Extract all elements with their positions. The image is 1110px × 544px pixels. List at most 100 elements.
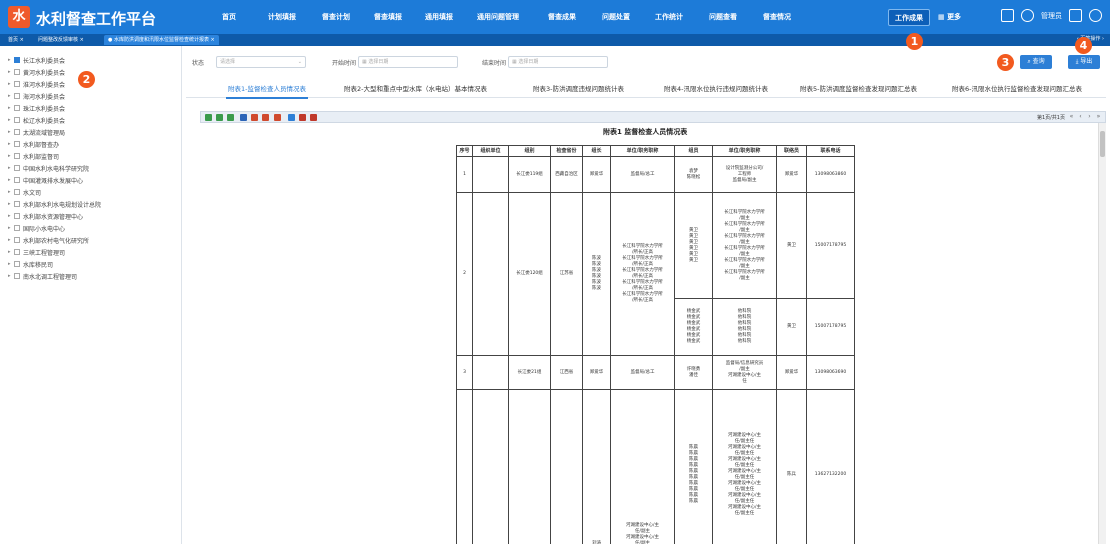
pdf-page-icon[interactable]	[262, 114, 269, 121]
tree-checkbox[interactable]	[14, 93, 20, 99]
tree-item[interactable]: ▸ 长江水利委员会	[8, 55, 65, 65]
tree-item[interactable]: ▸ 南水北调工程管理司	[8, 271, 77, 281]
power-icon[interactable]	[1089, 9, 1102, 22]
tree-checkbox[interactable]	[14, 165, 20, 171]
nav-inspection-results[interactable]: 督查成果	[548, 12, 576, 24]
print-preview-icon[interactable]	[299, 114, 306, 121]
cell-liaison: 郑爱华	[776, 355, 807, 390]
user-name[interactable]: 管理员	[1041, 11, 1062, 21]
tree-checkbox[interactable]	[14, 249, 20, 255]
tree-checkbox[interactable]	[14, 81, 20, 87]
tree-checkbox[interactable]	[14, 273, 20, 279]
start-date-input[interactable]: ▦ 选择日期	[358, 56, 458, 68]
nav-home[interactable]: 首页	[222, 12, 236, 24]
tree-item[interactable]: ▸ 水利部督查办	[8, 139, 59, 149]
scroll-thumb[interactable]	[1100, 131, 1105, 157]
nav-general-fill[interactable]: 通用填报	[425, 12, 453, 24]
tree-item[interactable]: ▸ 太湖流域管理局	[8, 127, 65, 137]
tree-checkbox[interactable]	[14, 69, 20, 75]
cell-liaison: 陈兵	[776, 389, 807, 544]
settings-icon[interactable]	[1069, 9, 1082, 22]
nav-plan-report[interactable]: 计划填报	[268, 12, 296, 24]
col-header: 单位/职务职称	[610, 145, 675, 157]
col-header: 检查省份	[550, 145, 583, 157]
tree-item[interactable]: ▸ 水利部水资源管理中心	[8, 211, 83, 221]
nav-general-issue-mgmt[interactable]: 通用问题管理	[477, 12, 519, 24]
nav-issue-view[interactable]: 问题查看	[709, 12, 737, 24]
tree-checkbox[interactable]	[14, 213, 20, 219]
print-icon[interactable]	[288, 114, 295, 121]
tree-item[interactable]: ▸ 珠江水利委员会	[8, 103, 65, 113]
print-setup-icon[interactable]	[310, 114, 317, 121]
tree-checkbox[interactable]	[14, 261, 20, 267]
tab-home[interactable]: 首页 ×	[4, 35, 28, 45]
excel-sheet-icon[interactable]	[227, 114, 234, 121]
report-tab-6[interactable]: 附表6-汛限水位执行监督检查发现问题汇总表	[952, 83, 1082, 93]
tree-item[interactable]: ▸ 水利部水利水电规划设计总院	[8, 199, 101, 209]
nav-work-stats[interactable]: 工作统计	[655, 12, 683, 24]
nav-inspection-fill[interactable]: 督查填报	[374, 12, 402, 24]
tree-checkbox[interactable]	[14, 201, 20, 207]
nav-inspection-plan[interactable]: 督查计划	[322, 12, 350, 24]
tree-item[interactable]: ▸ 海河水利委员会	[8, 91, 65, 101]
tree-checkbox[interactable]	[14, 57, 20, 63]
excel-page-icon[interactable]	[216, 114, 223, 121]
nav-more[interactable]: ▦ 更多	[938, 12, 961, 24]
tree-checkbox[interactable]	[14, 237, 20, 243]
status-select[interactable]: 请选择 ⌄	[216, 56, 306, 68]
tree-item[interactable]: ▸ 水利部农村电气化研究所	[8, 235, 89, 245]
app-logo: 水	[8, 6, 30, 28]
excel-icon[interactable]	[205, 114, 212, 121]
report-tabs: 附表1-监督检查人员情况表 附表2-大型和重点中型水库（水电站）基本情况表 附表…	[186, 80, 1106, 99]
message-icon[interactable]	[1001, 9, 1014, 22]
tree-checkbox[interactable]	[14, 225, 20, 231]
tree-checkbox[interactable]	[14, 117, 20, 123]
tree-checkbox[interactable]	[14, 105, 20, 111]
nav-work-achievements[interactable]: 工作成果	[888, 9, 930, 26]
tree-item[interactable]: ▸ 水文司	[8, 187, 41, 197]
first-page-icon[interactable]: «	[1068, 113, 1075, 121]
image-export-icon[interactable]	[274, 114, 281, 121]
pdf-icon[interactable]	[251, 114, 258, 121]
tree-item[interactable]: ▸ 水利部监督司	[8, 151, 59, 161]
col-header: 联系电话	[806, 145, 855, 157]
tree-checkbox[interactable]	[14, 177, 20, 183]
word-icon[interactable]	[240, 114, 247, 121]
report-scrollbar[interactable]	[1098, 123, 1106, 544]
tab-issue-review[interactable]: 问题整改反馈审核 ×	[34, 35, 88, 45]
tree-item[interactable]: ▸ 中国水利水电科学研究院	[8, 163, 89, 173]
cell-group: 长江委119组	[508, 156, 551, 193]
report-tab-4[interactable]: 附表4-汛限水位执行违规问题统计表	[664, 83, 768, 93]
tree-item[interactable]: ▸ 黄河水利委员会	[8, 67, 65, 77]
tree-item[interactable]: ▸ 三峡工程管理司	[8, 247, 65, 257]
report-tab-1[interactable]: 附表1-监督检查人员情况表	[226, 83, 308, 99]
tree-item[interactable]: ▸ 水库移民司	[8, 259, 53, 269]
tree-item[interactable]: ▸ 国际小水电中心	[8, 223, 65, 233]
report-table: 序号 组织单位 组别 检查省份 组长 单位/职务职称 组员 单位/职务职称 联络…	[456, 145, 855, 544]
report-tab-3[interactable]: 附表3-防洪调度违规问题统计表	[533, 83, 624, 93]
cell-group: 长江委21组	[508, 355, 551, 390]
export-button[interactable]: ⤓ 导出	[1068, 55, 1100, 69]
prev-page-icon[interactable]: ‹	[1077, 113, 1084, 121]
nav-inspection-status[interactable]: 督查情况	[763, 12, 791, 24]
tree-item[interactable]: ▸ 淮河水利委员会	[8, 79, 65, 89]
cell-province	[550, 389, 583, 544]
tab-flood-report[interactable]: ● 水库防洪调度和汛限水位监督检查统计报表 ×	[104, 35, 219, 45]
tree-checkbox[interactable]	[14, 153, 20, 159]
col-header: 组长	[582, 145, 611, 157]
nav-issue-handling[interactable]: 问题处置	[602, 12, 630, 24]
cell-no: 3	[456, 355, 473, 390]
tree-checkbox[interactable]	[14, 129, 20, 135]
tree-item[interactable]: ▸ 松辽水利委员会	[8, 115, 65, 125]
tree-checkbox[interactable]	[14, 189, 20, 195]
report-tab-2[interactable]: 附表2-大型和重点中型水库（水电站）基本情况表	[344, 83, 487, 93]
user-icon[interactable]	[1021, 9, 1034, 22]
query-button[interactable]: ⌕ 查询	[1020, 55, 1052, 69]
cell-no	[456, 389, 473, 544]
next-page-icon[interactable]: ›	[1086, 113, 1093, 121]
last-page-icon[interactable]: »	[1095, 113, 1102, 121]
report-tab-5[interactable]: 附表5-防洪调度监督检查发现问题汇总表	[800, 83, 917, 93]
end-date-input[interactable]: ▦ 选择日期	[508, 56, 608, 68]
tree-checkbox[interactable]	[14, 141, 20, 147]
tree-item[interactable]: ▸ 中国灌溉排水发展中心	[8, 175, 83, 185]
